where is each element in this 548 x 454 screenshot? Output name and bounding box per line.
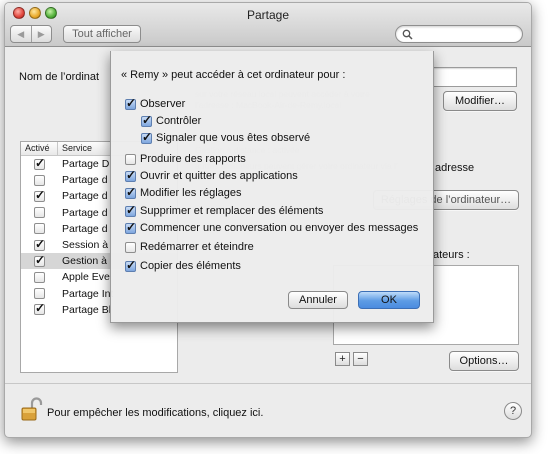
service-name: Partage D [62,158,110,171]
lock-message: Pour empêcher les modifications, cliquez… [47,407,264,419]
permission-checkbox[interactable] [125,96,136,110]
address-label: adresse [435,162,475,174]
permission-checkbox[interactable] [125,241,136,253]
service-enabled-checkbox[interactable] [34,237,45,251]
service-name: Partage d [62,174,108,187]
permission-option[interactable]: Supprimer et remplacer des éléments [125,203,324,217]
permission-label: Observer [140,98,186,110]
service-checkbox-cell [21,301,58,316]
service-checkbox-cell [21,174,58,186]
modify-button[interactable]: Modifier… [443,91,517,111]
permission-checkbox[interactable] [125,220,136,234]
show-all-button[interactable]: Tout afficher [63,25,141,43]
ok-button[interactable]: OK [358,291,420,309]
add-user-button[interactable]: + [335,352,350,366]
service-checkbox-cell [21,156,58,170]
permissions-sheet: « Remy » peut accéder à cet ordinateur p… [110,51,434,323]
users-label: ateurs : [433,249,470,261]
permission-option[interactable]: Ouvrir et quitter des applications [125,168,298,182]
search-icon [402,29,413,40]
service-name: Session à [62,239,109,252]
title-bar: Partage ◀ ▶ Tout afficher [5,3,531,47]
footer-divider [5,383,531,384]
service-name: Partage Int [62,287,114,300]
service-enabled-checkbox[interactable] [34,271,45,283]
permission-option[interactable]: Modifier les réglages [125,185,242,199]
options-button[interactable]: Options… [449,351,519,371]
permission-label: Copier des éléments [140,260,241,272]
service-name: Gestion à [62,255,107,268]
permission-option[interactable]: Observer [125,96,186,110]
permission-checkbox[interactable] [125,203,136,217]
nav-buttons: ◀ ▶ [10,25,52,43]
permission-option[interactable]: Produire des rapports [125,153,246,165]
active-column-header[interactable]: Activé [21,142,58,155]
service-name: Partage d [62,190,108,203]
service-enabled-checkbox[interactable] [34,301,45,316]
computer-name-field[interactable] [433,67,517,87]
service-checkbox-cell [21,237,58,251]
service-enabled-checkbox[interactable] [34,223,45,235]
permission-checkbox[interactable] [125,185,136,199]
service-checkbox-cell [21,253,58,267]
permission-checkbox[interactable] [125,153,136,165]
help-button[interactable]: ? [504,402,522,420]
permission-checkbox[interactable] [125,258,136,272]
permission-label: Contrôler [156,115,202,127]
permission-label: Produire des rapports [140,153,246,165]
service-enabled-checkbox[interactable] [34,188,45,202]
permission-label: Commencer une conversation ou envoyer de… [140,222,419,234]
service-checkbox-cell [21,288,58,300]
permission-label: Signaler que vous êtes observé [156,132,311,144]
permission-label: Redémarrer et éteindre [140,241,254,253]
sheet-title: « Remy » peut accéder à cet ordinateur p… [121,69,346,81]
service-checkbox-cell [21,207,58,219]
permission-option[interactable]: Copier des éléments [125,258,241,272]
service-name: Apple Eve [62,271,110,284]
permission-checkbox[interactable] [141,113,152,127]
permission-option[interactable]: Contrôler [141,113,202,127]
service-name: Partage d [62,222,108,235]
service-name: Partage Bl [62,303,112,316]
permission-label: Supprimer et remplacer des éléments [140,205,324,217]
back-button[interactable]: ◀ [11,26,31,42]
service-enabled-checkbox[interactable] [34,288,45,300]
remove-user-button[interactable]: − [353,352,368,366]
window-title: Partage [246,8,290,22]
permission-option[interactable]: Redémarrer et éteindre [125,241,254,253]
service-enabled-checkbox[interactable] [34,174,45,186]
permission-checkbox[interactable] [125,168,136,182]
service-enabled-checkbox[interactable] [34,253,45,267]
permission-option[interactable]: Commencer une conversation ou envoyer de… [125,220,419,234]
lock-button[interactable] [21,397,43,424]
service-enabled-checkbox[interactable] [34,207,45,219]
cancel-button[interactable]: Annuler [288,291,348,309]
service-checkbox-cell [21,271,58,283]
computer-name-label: Nom de l’ordinat [19,71,100,83]
permission-label: Ouvrir et quitter des applications [140,170,298,182]
forward-button[interactable]: ▶ [30,26,52,42]
permission-label: Modifier les réglages [140,187,242,199]
service-checkbox-cell [21,188,58,202]
preferences-window: Partage ◀ ▶ Tout afficher Nom de l’ordin… [4,2,532,438]
unlocked-padlock-icon [21,397,43,421]
permission-checkbox[interactable] [141,130,152,144]
service-name: Partage d [62,206,108,219]
service-enabled-checkbox[interactable] [34,156,45,170]
search-field[interactable] [395,25,523,43]
service-checkbox-cell [21,223,58,235]
permission-option[interactable]: Signaler que vous êtes observé [141,130,311,144]
